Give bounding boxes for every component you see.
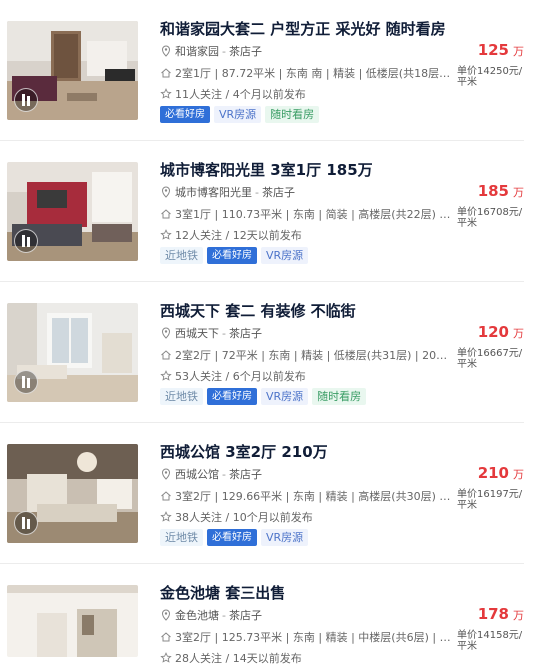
district-link[interactable]: 茶店子 bbox=[229, 45, 262, 58]
tag-near-subway: 近地铁 bbox=[160, 529, 203, 546]
listing-photo[interactable] bbox=[7, 21, 138, 120]
house-icon bbox=[160, 67, 172, 79]
community-link[interactable]: 西城天下 bbox=[175, 327, 219, 340]
follow-info: 11人关注 / 4个月以前发布 bbox=[160, 86, 306, 102]
follow-text: 38人关注 / 10个月以前发布 bbox=[175, 511, 313, 524]
location-pin-icon bbox=[160, 186, 172, 198]
house-info-text: 3室2厅 | 125.73平米 | 东南 | 精装 | 中楼层(共6层) | 2… bbox=[175, 631, 452, 644]
house-info-text: 3室2厅 | 129.66平米 | 东南 | 精装 | 高楼层(共30层) | … bbox=[175, 490, 452, 503]
tag-must-see: 必看好房 bbox=[207, 529, 257, 546]
total-price: 210 万 bbox=[477, 464, 524, 482]
vr-icon bbox=[14, 88, 38, 112]
star-icon bbox=[160, 88, 172, 100]
vr-icon bbox=[14, 229, 38, 253]
listing-location: 城市博客阳光里 - 茶店子 bbox=[160, 184, 295, 200]
follow-info: 28人关注 / 14天以前发布 bbox=[160, 650, 302, 666]
follow-text: 53人关注 / 6个月以前发布 bbox=[175, 370, 306, 383]
tag-vr: VR房源 bbox=[261, 247, 309, 264]
listing-title[interactable]: 金色池塘 套三出售 bbox=[160, 582, 285, 603]
tag-list: 近地铁 必看好房 VR房源 bbox=[160, 247, 312, 264]
district-link[interactable]: 茶店子 bbox=[262, 186, 295, 199]
listing-title[interactable]: 城市博客阳光里 3室1厅 185万 bbox=[160, 159, 373, 180]
listing-card: 金色池塘 套三出售 金色池塘 - 茶店子 3室2厅 | 125.73平米 | 东南 … bbox=[0, 564, 524, 665]
follow-text: 28人关注 / 14天以前发布 bbox=[175, 652, 302, 665]
tag-must-see: 必看好房 bbox=[207, 247, 257, 264]
listing-location: 和谐家园 - 茶店子 bbox=[160, 43, 262, 59]
community-link[interactable]: 和谐家园 bbox=[175, 45, 219, 58]
unit-price: 单价14250元/平米 bbox=[457, 66, 523, 88]
listing-card: 西城天下 套二 有装修 不临街 西城天下 - 茶店子 2室2厅 | 72平米 | 东… bbox=[0, 282, 524, 423]
tag-vr: VR房源 bbox=[214, 106, 262, 123]
house-info: 3室2厅 | 129.66平米 | 东南 | 精装 | 高楼层(共30层) | … bbox=[160, 488, 452, 504]
community-link[interactable]: 西城公馆 bbox=[175, 468, 219, 481]
star-icon bbox=[160, 511, 172, 523]
listing-location: 金色池塘 - 茶店子 bbox=[160, 607, 262, 623]
follow-info: 12人关注 / 12天以前发布 bbox=[160, 227, 302, 243]
district-link[interactable]: 茶店子 bbox=[229, 609, 262, 622]
tag-anytime: 随时看房 bbox=[312, 388, 367, 405]
house-info-text: 2室1厅 | 87.72平米 | 东南 南 | 精装 | 低楼层(共18层) |… bbox=[175, 67, 452, 80]
house-icon bbox=[160, 631, 172, 643]
tag-list: 必看好房 VR房源 随时看房 bbox=[160, 106, 323, 123]
tag-vr: VR房源 bbox=[261, 529, 309, 546]
follow-info: 38人关注 / 10个月以前发布 bbox=[160, 509, 313, 525]
house-info-text: 2室2厅 | 72平米 | 东南 | 精装 | 低楼层(共31层) | 2009… bbox=[175, 349, 452, 362]
tag-must-see: 必看好房 bbox=[207, 388, 257, 405]
tag-list: 近地铁 必看好房 VR房源 bbox=[160, 529, 312, 546]
listing-location: 西城公馆 - 茶店子 bbox=[160, 466, 262, 482]
unit-price: 单价16667元/平米 bbox=[457, 348, 523, 370]
total-price: 178 万 bbox=[477, 605, 524, 623]
follow-text: 11人关注 / 4个月以前发布 bbox=[175, 88, 306, 101]
house-info: 3室2厅 | 125.73平米 | 东南 | 精装 | 中楼层(共6层) | 2… bbox=[160, 629, 452, 645]
house-info-text: 3室1厅 | 110.73平米 | 东南 | 简装 | 高楼层(共22层) | … bbox=[175, 208, 452, 221]
house-info: 2室2厅 | 72平米 | 东南 | 精装 | 低楼层(共31层) | 2009… bbox=[160, 347, 452, 363]
listing-photo[interactable] bbox=[7, 585, 138, 657]
listing-card: 和谐家园大套二 户型方正 采光好 随时看房 和谐家园 - 茶店子 2室1厅 | 87… bbox=[0, 0, 524, 141]
district-link[interactable]: 茶店子 bbox=[229, 468, 262, 481]
total-price: 125 万 bbox=[477, 41, 524, 59]
listing-title[interactable]: 西城公馆 3室2厅 210万 bbox=[160, 441, 328, 462]
listing-card: 城市博客阳光里 3室1厅 185万 城市博客阳光里 - 茶店子 3室1厅 | 110… bbox=[0, 141, 524, 282]
listing-card: 西城公馆 3室2厅 210万 西城公馆 - 茶店子 3室2厅 | 129.66平米 … bbox=[0, 423, 524, 564]
district-link[interactable]: 茶店子 bbox=[229, 327, 262, 340]
house-icon bbox=[160, 349, 172, 361]
vr-icon bbox=[14, 511, 38, 535]
location-pin-icon bbox=[160, 327, 172, 339]
tag-near-subway: 近地铁 bbox=[160, 388, 203, 405]
location-pin-icon bbox=[160, 468, 172, 480]
tag-anytime: 随时看房 bbox=[265, 106, 320, 123]
vr-icon bbox=[14, 370, 38, 394]
listing-photo[interactable] bbox=[7, 444, 138, 543]
house-icon bbox=[160, 208, 172, 220]
listing-title[interactable]: 和谐家园大套二 户型方正 采光好 随时看房 bbox=[160, 18, 446, 39]
follow-info: 53人关注 / 6个月以前发布 bbox=[160, 368, 306, 384]
follow-text: 12人关注 / 12天以前发布 bbox=[175, 229, 302, 242]
listing-list: 和谐家园大套二 户型方正 采光好 随时看房 和谐家园 - 茶店子 2室1厅 | 87… bbox=[0, 0, 554, 665]
house-info: 3室1厅 | 110.73平米 | 东南 | 简装 | 高楼层(共22层) | … bbox=[160, 206, 452, 222]
community-link[interactable]: 金色池塘 bbox=[175, 609, 219, 622]
unit-price: 单价14158元/平米 bbox=[457, 630, 523, 652]
tag-vr: VR房源 bbox=[261, 388, 309, 405]
location-pin-icon bbox=[160, 45, 172, 57]
tag-list: 近地铁 必看好房 VR房源 随时看房 bbox=[160, 388, 370, 405]
unit-price: 单价16197元/平米 bbox=[457, 489, 523, 511]
community-link[interactable]: 城市博客阳光里 bbox=[175, 186, 252, 199]
tag-must-see: 必看好房 bbox=[160, 106, 210, 123]
tag-near-subway: 近地铁 bbox=[160, 247, 203, 264]
listing-location: 西城天下 - 茶店子 bbox=[160, 325, 262, 341]
house-icon bbox=[160, 490, 172, 502]
star-icon bbox=[160, 652, 172, 664]
total-price: 120 万 bbox=[477, 323, 524, 341]
listing-photo[interactable] bbox=[7, 303, 138, 402]
listing-title[interactable]: 西城天下 套二 有装修 不临街 bbox=[160, 300, 356, 321]
house-info: 2室1厅 | 87.72平米 | 东南 南 | 精装 | 低楼层(共18层) |… bbox=[160, 65, 452, 81]
star-icon bbox=[160, 370, 172, 382]
listing-photo[interactable] bbox=[7, 162, 138, 261]
location-pin-icon bbox=[160, 609, 172, 621]
total-price: 185 万 bbox=[477, 182, 524, 200]
unit-price: 单价16708元/平米 bbox=[457, 207, 523, 229]
star-icon bbox=[160, 229, 172, 241]
